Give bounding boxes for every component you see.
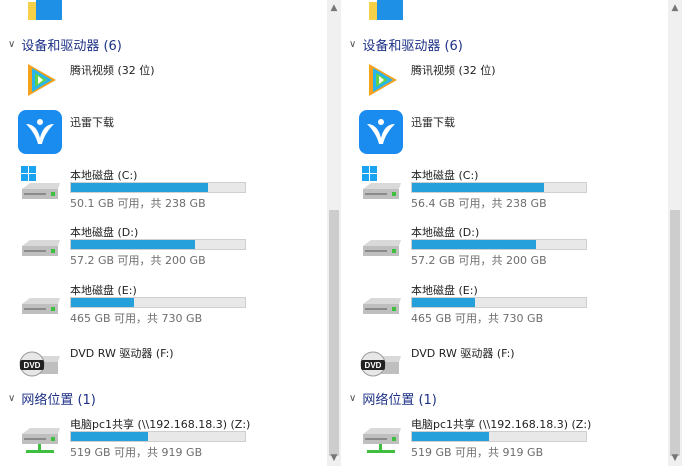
drive-item-c[interactable]: 本地磁盘 (C:) 50.1 GB 可用，共 238 GB xyxy=(18,163,318,211)
drive-icon xyxy=(18,220,62,264)
item-name: 本地磁盘 (D:) xyxy=(411,226,480,239)
tencent-video-icon xyxy=(359,58,403,102)
capacity-bar xyxy=(70,297,246,308)
item-name: DVD RW 驱动器 (F:) xyxy=(411,347,515,360)
drive-item-f[interactable]: DVD RW 驱动器 (F:) xyxy=(18,338,318,386)
app-item-xunlei[interactable]: 迅雷下载 xyxy=(359,110,659,158)
capacity-bar xyxy=(70,239,246,250)
network-drive-icon xyxy=(359,412,403,456)
drive-item-d[interactable]: 本地磁盘 (D:) 57.2 GB 可用，共 200 GB xyxy=(359,220,659,268)
app-item-xunlei[interactable]: 迅雷下载 xyxy=(18,110,318,158)
drive-icon xyxy=(18,278,62,322)
vertical-scrollbar[interactable]: ▲ ▼ xyxy=(327,0,341,466)
group-header-network[interactable]: ∨ 网络位置 (1) xyxy=(349,388,437,408)
item-name: 本地磁盘 (D:) xyxy=(70,226,139,239)
item-name: 本地磁盘 (E:) xyxy=(411,284,478,297)
xunlei-icon xyxy=(18,110,62,154)
scrollbar-thumb[interactable] xyxy=(670,210,680,456)
scroll-up-arrow-icon[interactable]: ▲ xyxy=(671,4,679,13)
scroll-down-arrow-icon[interactable]: ▼ xyxy=(330,454,338,463)
network-drive-item-z[interactable]: 电脑pc1共享 (\\192.168.18.3) (Z:) 519 GB 可用，… xyxy=(18,412,318,460)
capacity-fill xyxy=(412,298,475,307)
app-item-tencent-video[interactable]: 腾讯视频 (32 位) xyxy=(359,58,659,106)
drive-icon xyxy=(359,220,403,264)
drive-item-c[interactable]: 本地磁盘 (C:) 56.4 GB 可用，共 238 GB xyxy=(359,163,659,211)
vertical-scrollbar[interactable]: ▲ ▼ xyxy=(668,0,682,466)
scroll-up-arrow-icon[interactable]: ▲ xyxy=(330,4,338,13)
capacity-bar xyxy=(70,431,246,442)
capacity-fill xyxy=(412,432,489,441)
explorer-pane-right: ∨ 设备和驱动器 (6) 腾讯视频 (32 位) 迅雷下载 本地磁盘 (C:) … xyxy=(341,0,682,466)
drive-icon xyxy=(359,278,403,322)
item-name: 腾讯视频 (32 位) xyxy=(70,64,155,77)
item-name: 本地磁盘 (E:) xyxy=(70,284,137,297)
capacity-fill xyxy=(412,183,545,192)
drive-item-e[interactable]: 本地磁盘 (E:) 465 GB 可用，共 730 GB xyxy=(18,278,318,326)
item-name: 本地磁盘 (C:) xyxy=(411,169,479,182)
capacity-fill xyxy=(71,183,209,192)
group-title: 网络位置 (1) xyxy=(21,392,96,408)
chevron-down-icon[interactable]: ∨ xyxy=(8,393,15,404)
drive-item-f[interactable]: DVD RW 驱动器 (F:) xyxy=(359,338,659,386)
capacity-text: 519 GB 可用，共 919 GB xyxy=(70,446,203,459)
capacity-bar xyxy=(411,431,587,442)
group-title: 设备和驱动器 (6) xyxy=(362,38,463,54)
capacity-bar xyxy=(411,297,587,308)
explorer-pane-left: ∨ 设备和驱动器 (6) 腾讯视频 (32 位) 迅雷下载 本地磁盘 (C:) … xyxy=(0,0,341,466)
drive-item-d[interactable]: 本地磁盘 (D:) 57.2 GB 可用，共 200 GB xyxy=(18,220,318,268)
item-name: DVD RW 驱动器 (F:) xyxy=(70,347,174,360)
app-item-tencent-video[interactable]: 腾讯视频 (32 位) xyxy=(18,58,318,106)
dvd-drive-icon xyxy=(359,338,403,382)
chevron-down-icon[interactable]: ∨ xyxy=(8,39,15,50)
item-name: 腾讯视频 (32 位) xyxy=(411,64,496,77)
capacity-text: 56.4 GB 可用，共 238 GB xyxy=(411,197,547,210)
network-drive-item-z[interactable]: 电脑pc1共享 (\\192.168.18.3) (Z:) 519 GB 可用，… xyxy=(359,412,659,460)
tencent-video-icon xyxy=(18,58,62,102)
item-name: 迅雷下载 xyxy=(70,116,114,129)
scroll-down-arrow-icon[interactable]: ▼ xyxy=(671,454,679,463)
capacity-fill xyxy=(71,432,148,441)
chevron-down-icon[interactable]: ∨ xyxy=(349,393,356,404)
capacity-text: 465 GB 可用，共 730 GB xyxy=(411,312,544,325)
dvd-drive-icon xyxy=(18,338,62,382)
capacity-text: 57.2 GB 可用，共 200 GB xyxy=(70,254,206,267)
chevron-down-icon[interactable]: ∨ xyxy=(349,39,356,50)
group-header-devices[interactable]: ∨ 设备和驱动器 (6) xyxy=(8,34,122,54)
capacity-text: 50.1 GB 可用，共 238 GB xyxy=(70,197,206,210)
item-name: 迅雷下载 xyxy=(411,116,455,129)
folder-icon[interactable] xyxy=(369,0,403,20)
capacity-text: 465 GB 可用，共 730 GB xyxy=(70,312,203,325)
capacity-text: 519 GB 可用，共 919 GB xyxy=(411,446,544,459)
windows-drive-icon xyxy=(18,163,62,207)
capacity-fill xyxy=(412,240,536,249)
scrollbar-thumb[interactable] xyxy=(329,210,339,456)
capacity-text: 57.2 GB 可用，共 200 GB xyxy=(411,254,547,267)
drive-item-e[interactable]: 本地磁盘 (E:) 465 GB 可用，共 730 GB xyxy=(359,278,659,326)
group-header-devices[interactable]: ∨ 设备和驱动器 (6) xyxy=(349,34,463,54)
item-name: 电脑pc1共享 (\\192.168.18.3) (Z:) xyxy=(411,418,592,431)
capacity-bar xyxy=(70,182,246,193)
capacity-bar xyxy=(411,239,587,250)
group-title: 网络位置 (1) xyxy=(362,392,437,408)
capacity-fill xyxy=(71,240,195,249)
network-drive-icon xyxy=(18,412,62,456)
capacity-bar xyxy=(411,182,587,193)
windows-drive-icon xyxy=(359,163,403,207)
item-name: 电脑pc1共享 (\\192.168.18.3) (Z:) xyxy=(70,418,251,431)
group-title: 设备和驱动器 (6) xyxy=(21,38,122,54)
item-name: 本地磁盘 (C:) xyxy=(70,169,138,182)
capacity-fill xyxy=(71,298,134,307)
group-header-network[interactable]: ∨ 网络位置 (1) xyxy=(8,388,96,408)
folder-icon[interactable] xyxy=(28,0,62,20)
xunlei-icon xyxy=(359,110,403,154)
